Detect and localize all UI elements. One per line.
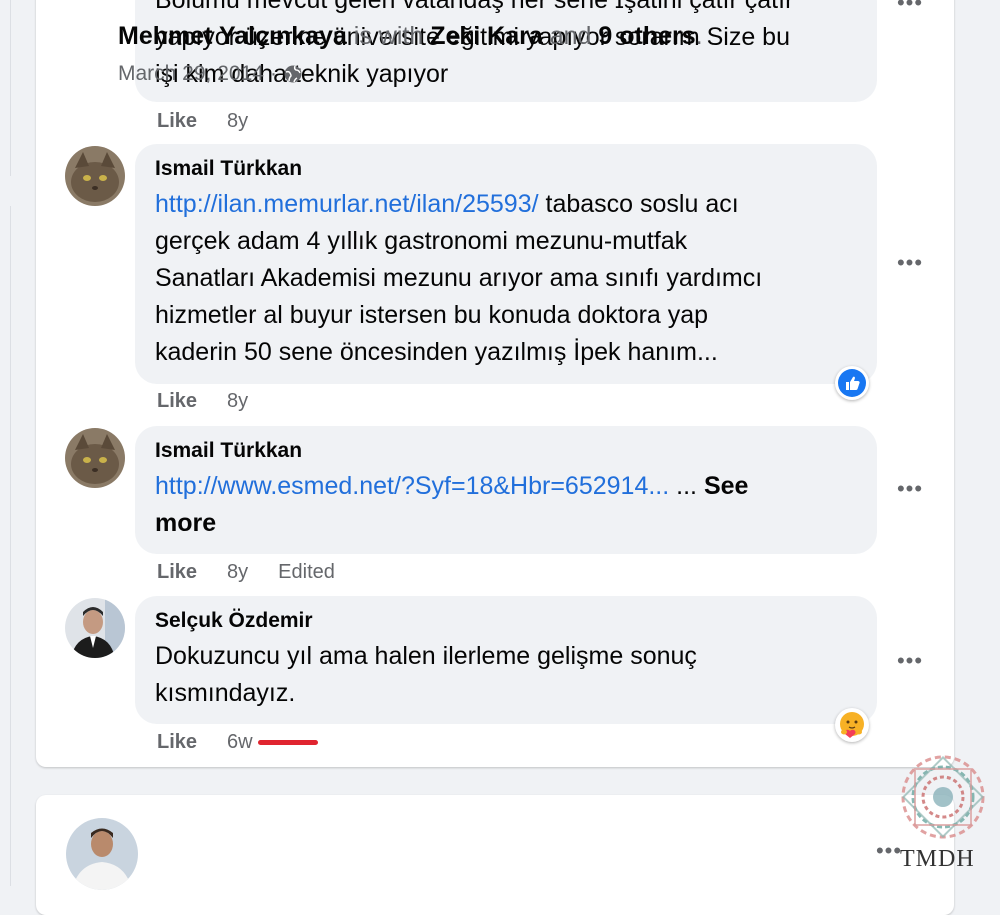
- post-card: [36, 795, 954, 915]
- comment-link[interactable]: http://www.esmed.net/?Syf=18&Hbr=652914.…: [155, 472, 669, 500]
- like-reaction-icon[interactable]: [835, 366, 869, 400]
- comment-time[interactable]: 8y: [227, 561, 248, 584]
- comment-text: Dokuzuncu yıl ama halen ilerleme gelişme…: [155, 642, 697, 707]
- avatar-cat[interactable]: [65, 428, 125, 488]
- comment-text: http://www.esmed.net/?Syf=18&Hbr=652914.…: [155, 468, 857, 542]
- avatar-chef[interactable]: [66, 818, 138, 890]
- post-meta: March 29, 2014 ·: [118, 62, 303, 86]
- comment-more-options-icon[interactable]: •••: [895, 248, 925, 278]
- comment-bubble: Ismail Türkkan http://www.esmed.net/?Syf…: [135, 426, 877, 554]
- comment-actions: Like 8y: [157, 110, 248, 133]
- left-panel-edge: [0, 0, 11, 176]
- see-more-link[interactable]: more: [155, 505, 857, 542]
- comment-link[interactable]: http://ilan.memurlar.net/ilan/25593/: [155, 190, 539, 218]
- comment-author[interactable]: Ismail Türkkan: [155, 438, 857, 464]
- comment-bubble: Bölümü mevcut gelen vatandaş her sene ɪş…: [135, 0, 877, 102]
- comment-author[interactable]: Selçuk Özdemir: [155, 608, 857, 634]
- globe-icon: [284, 65, 302, 83]
- comment-time[interactable]: 6w: [227, 731, 253, 754]
- care-reaction-icon[interactable]: [835, 708, 869, 742]
- like-button[interactable]: Like: [157, 561, 197, 584]
- like-button[interactable]: Like: [157, 110, 197, 133]
- post-date[interactable]: March 29, 2014: [118, 62, 264, 86]
- red-underline-annotation: [258, 740, 318, 745]
- comment-bubble: Ismail Türkkan http://ilan.memurlar.net/…: [135, 144, 877, 384]
- comment-more-options-icon[interactable]: •••: [895, 474, 925, 504]
- like-button[interactable]: Like: [157, 731, 197, 754]
- see-more-link[interactable]: See: [704, 472, 748, 500]
- comment-bubble: Selçuk Özdemir Dokuzuncu yıl ama halen i…: [135, 596, 877, 724]
- avatar-man[interactable]: [65, 598, 125, 658]
- tagged-others[interactable]: 9 others: [598, 22, 695, 50]
- comment-time[interactable]: 8y: [227, 110, 248, 133]
- avatar-cat[interactable]: [65, 146, 125, 206]
- comment-actions: Like 8y Edited: [157, 561, 335, 584]
- comment-more-options-icon[interactable]: •••: [895, 0, 925, 18]
- comment-more-options-icon[interactable]: •••: [895, 646, 925, 676]
- left-panel-edge: [0, 206, 11, 886]
- tagged-person[interactable]: Zeki Kara: [430, 22, 543, 50]
- edited-label: Edited: [278, 561, 335, 583]
- comment-actions: Like 6w: [157, 731, 253, 754]
- post-author[interactable]: Mehmet Yalçınkaya: [118, 22, 347, 50]
- comment-actions: Like 8y: [157, 390, 248, 413]
- like-button[interactable]: Like: [157, 390, 197, 413]
- post-header: Mehmet Yalçınkaya is with Zeki Kara and …: [118, 22, 703, 50]
- comment-author[interactable]: Ismail Türkkan: [155, 156, 857, 182]
- tmdh-watermark-logo: TMDH: [896, 750, 990, 880]
- comment-time[interactable]: 8y: [227, 390, 248, 413]
- comment-text: http://ilan.memurlar.net/ilan/25593/ tab…: [155, 190, 763, 366]
